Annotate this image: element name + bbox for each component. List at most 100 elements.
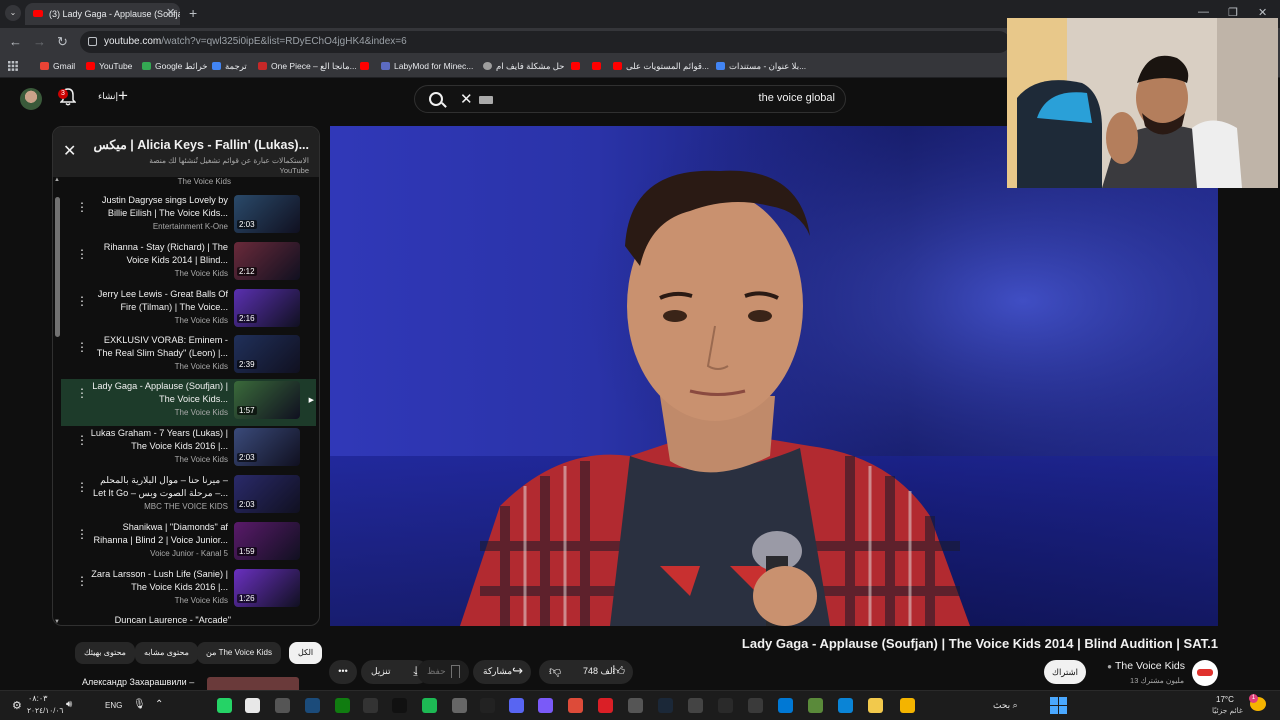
item-menu-icon[interactable]: ⋮	[76, 434, 88, 446]
playlist-item[interactable]: ⋮ Jerry Lee Lewis - Great Balls Of Fire (…	[61, 287, 316, 334]
clock-time[interactable]: ٠٨:٠٣	[28, 694, 47, 703]
search-box[interactable]: ✕ the voice global	[414, 85, 846, 113]
item-menu-icon[interactable]: ⋮	[76, 295, 88, 307]
app-icon[interactable]	[628, 698, 643, 713]
discord-icon[interactable]	[509, 698, 524, 713]
new-tab-button[interactable]: +	[189, 5, 197, 21]
playlist-item[interactable]: ⋮ EXKLUSIV VORAB: Eminem - The Real Slim …	[61, 333, 316, 380]
item-menu-icon[interactable]: ⋮	[76, 341, 88, 353]
item-menu-icon[interactable]: ⋮	[76, 201, 88, 213]
partial-item-title[interactable]: Duncan Laurence - "Arcade"	[115, 615, 231, 625]
terminal-icon[interactable]	[688, 698, 703, 713]
scroll-down-icon[interactable]: ▼	[54, 619, 60, 625]
url-input[interactable]: youtube.com/watch?v=qwl325i0ipE&list=RDy…	[80, 31, 1010, 53]
tiktok-icon[interactable]	[392, 698, 407, 713]
edge-icon[interactable]	[838, 698, 853, 713]
rockstar-icon[interactable]	[900, 698, 915, 713]
channel-avatar[interactable]	[1192, 660, 1218, 686]
item-menu-icon[interactable]: ⋮	[76, 248, 88, 260]
like-icon[interactable]: 👍︎	[612, 664, 625, 679]
weather-temp[interactable]: 17°C	[1216, 695, 1234, 704]
playlist-item[interactable]: ⋮ ميرنا حنا – موال البلارية بالمحلم – Let…	[61, 473, 316, 520]
site-info-icon[interactable]	[88, 37, 97, 46]
bookmark-item[interactable]: بلا عنوان - مستندات...	[716, 61, 806, 72]
keyboard-icon[interactable]	[479, 96, 493, 104]
bookmark-item[interactable]: YouTube	[86, 61, 132, 71]
reload-button[interactable]: ↻	[57, 34, 68, 50]
chrome-icon[interactable]	[568, 698, 583, 713]
settings-icon[interactable]	[452, 698, 467, 713]
steam-icon[interactable]	[305, 698, 320, 713]
search-input[interactable]: the voice global	[759, 92, 835, 104]
chip-all[interactable]: الكل	[289, 642, 323, 664]
epic-games-icon[interactable]	[718, 698, 733, 713]
more-actions-button[interactable]: •••	[329, 660, 357, 684]
threads-icon[interactable]	[363, 698, 378, 713]
clear-search-icon[interactable]: ✕	[460, 90, 473, 108]
bookmark-item[interactable]: Gmail	[40, 61, 75, 71]
playlist-item[interactable]: ⋮ Lukas Graham - 7 Years (Lukas) | The Vo…	[61, 426, 316, 473]
scroll-up-icon[interactable]: ▲	[54, 177, 60, 183]
item-menu-icon[interactable]: ⋮	[76, 575, 88, 587]
scrollbar-thumb[interactable]	[55, 197, 60, 337]
bookmark-item[interactable]: One Piece – مانجا الع...	[258, 61, 357, 72]
playlist-title[interactable]: ميكس | Alicia Keys - Fallin' (Lukas)...	[93, 137, 309, 152]
capcut-icon[interactable]	[480, 698, 495, 713]
active-tab[interactable]: (3) Lady Gaga - Applause (Soufjan)	[25, 3, 180, 25]
playlist-scrollbar[interactable]: ▲ ▼	[54, 177, 61, 625]
xbox-icon[interactable]	[335, 698, 350, 713]
bookmark-item[interactable]: LabyMod for Minec...	[381, 61, 473, 71]
adobe-icon[interactable]	[598, 698, 613, 713]
notification-center-icon[interactable]: ⚙	[12, 699, 22, 712]
search-icon[interactable]	[429, 92, 443, 106]
clock-date[interactable]: ٢٠٢٤/١٠/٠٦	[27, 706, 63, 715]
tab-list-button[interactable]: ⌄	[5, 5, 21, 21]
playlist-item[interactable]: ⋮ Justin Dagryse sings Lovely by Billie E…	[61, 193, 316, 240]
account-avatar[interactable]	[20, 88, 42, 110]
next-video-thumbnail[interactable]	[207, 677, 299, 690]
playlist-item[interactable]: ⋮ Rihanna - Stay (Richard) | The Voice Ki…	[61, 240, 316, 287]
item-menu-icon[interactable]: ⋮	[76, 528, 88, 540]
bookmark-item[interactable]: حل مشكلة فايف ام	[483, 61, 564, 72]
item-menu-icon[interactable]: ⋮	[76, 387, 88, 399]
minecraft-icon[interactable]	[808, 698, 823, 713]
chip-personalized[interactable]: محتوى بهيئك	[75, 642, 135, 664]
bookmark-item[interactable]	[571, 61, 584, 71]
video-player[interactable]	[330, 126, 1218, 626]
app-icon[interactable]	[275, 698, 290, 713]
bookmark-item[interactable]	[592, 61, 605, 71]
whatsapp-icon[interactable]	[217, 698, 232, 713]
folder-icon[interactable]	[868, 698, 883, 713]
next-video-peek[interactable]: Александр Захарашвили –	[82, 677, 194, 687]
tray-overflow-icon[interactable]: ⌃	[155, 699, 163, 710]
controller-icon[interactable]	[538, 698, 553, 713]
chrome-icon[interactable]	[245, 698, 260, 713]
channel-name[interactable]: ● The Voice Kids	[1107, 660, 1185, 672]
tab-close-icon[interactable]: ✕	[166, 6, 175, 19]
obs-icon[interactable]	[748, 698, 763, 713]
bookmark-item[interactable]: Google خرائط	[142, 61, 208, 72]
forward-button[interactable]: →	[33, 34, 46, 49]
create-button[interactable]: إنشاء +	[98, 86, 128, 105]
bookmark-item[interactable]	[360, 61, 373, 71]
playlist-item[interactable]: ⋮ Lady Gaga - Applause (Soufjan) | The Vo…	[61, 379, 316, 426]
playlist-item[interactable]: ⋮ Shanikwa | "Diamonds" af Rihanna | Blin…	[61, 520, 316, 567]
minimize-button[interactable]: —	[1198, 6, 1209, 18]
share-button[interactable]: مشاركة ↪	[473, 660, 531, 684]
back-button[interactable]: ←	[9, 34, 22, 49]
close-playlist-icon[interactable]: ✕	[63, 141, 76, 161]
subscribe-button[interactable]: اشتراك	[1044, 660, 1086, 684]
item-menu-icon[interactable]: ⋮	[76, 481, 88, 493]
windows-start-icon[interactable]	[1050, 697, 1067, 714]
bookmark-item[interactable]: قوائم المستويات على...	[613, 61, 709, 72]
playlist-item[interactable]: ⋮ Zara Larsson - Lush Life (Sanie) | The …	[61, 567, 316, 614]
microphone-icon[interactable]: 🎙︎	[133, 699, 146, 710]
apps-grid-icon[interactable]	[8, 61, 18, 73]
store-icon[interactable]	[778, 698, 793, 713]
chip-similar[interactable]: محتوى مشابه	[135, 642, 198, 664]
taskbar-search[interactable]: بحث ⌕	[993, 700, 1018, 711]
steam-icon[interactable]	[658, 698, 673, 713]
chip-from-channel[interactable]: من The Voice Kids	[197, 642, 281, 664]
dislike-icon[interactable]: 👎︎	[549, 664, 561, 679]
bookmark-item[interactable]: ترجمة	[212, 61, 247, 72]
